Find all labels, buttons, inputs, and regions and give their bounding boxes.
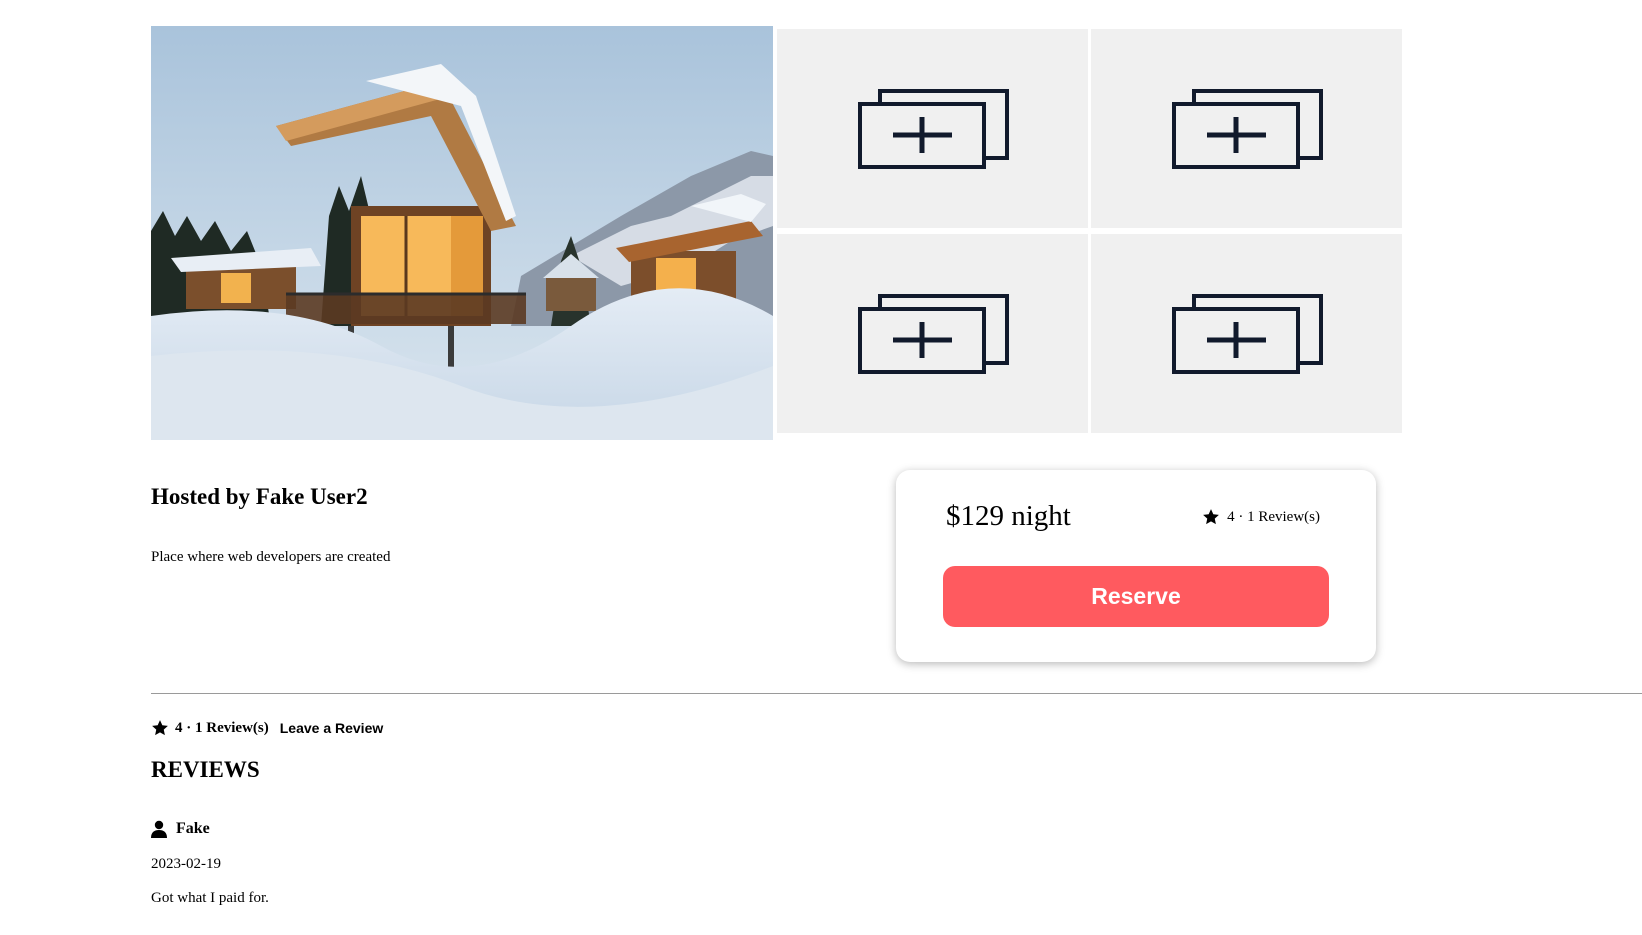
review-author: Fake — [151, 820, 210, 838]
add-image-icon — [857, 293, 1009, 374]
price-per-night: $129 night — [946, 500, 1071, 532]
reviews-summary-text: 4 · 1 Review(s) — [175, 719, 269, 736]
review-text: Got what I paid for. — [151, 890, 269, 906]
star-icon — [152, 720, 168, 736]
leave-review-link[interactable]: Leave a Review — [280, 720, 384, 736]
review-date: 2023-02-19 — [151, 856, 221, 872]
section-divider — [151, 693, 1642, 694]
photo-placeholder-4[interactable] — [1091, 234, 1402, 433]
add-image-icon — [1171, 88, 1323, 169]
host-title: Hosted by Fake User2 — [151, 484, 368, 509]
booking-card: $129 night 4 · 1 Review(s) Reserve — [896, 470, 1376, 662]
add-image-icon — [1171, 293, 1323, 374]
review-author-name: Fake — [176, 820, 210, 837]
reviews-summary: 4 · 1 Review(s) Leave a Review — [151, 719, 383, 737]
add-image-icon — [857, 88, 1009, 169]
card-rating-text: 4 · 1 Review(s) — [1227, 508, 1320, 525]
card-rating: 4 · 1 Review(s) — [1202, 508, 1320, 526]
star-icon — [1203, 509, 1219, 525]
user-icon — [151, 820, 167, 838]
listing-description: Place where web developers are created — [151, 549, 391, 565]
reserve-button[interactable]: Reserve — [943, 566, 1329, 627]
photo-placeholder-3[interactable] — [777, 234, 1088, 433]
main-listing-photo — [151, 26, 773, 440]
photo-placeholder-2[interactable] — [1091, 29, 1402, 228]
reviews-heading: REVIEWS — [151, 757, 260, 782]
photo-placeholder-1[interactable] — [777, 29, 1088, 228]
